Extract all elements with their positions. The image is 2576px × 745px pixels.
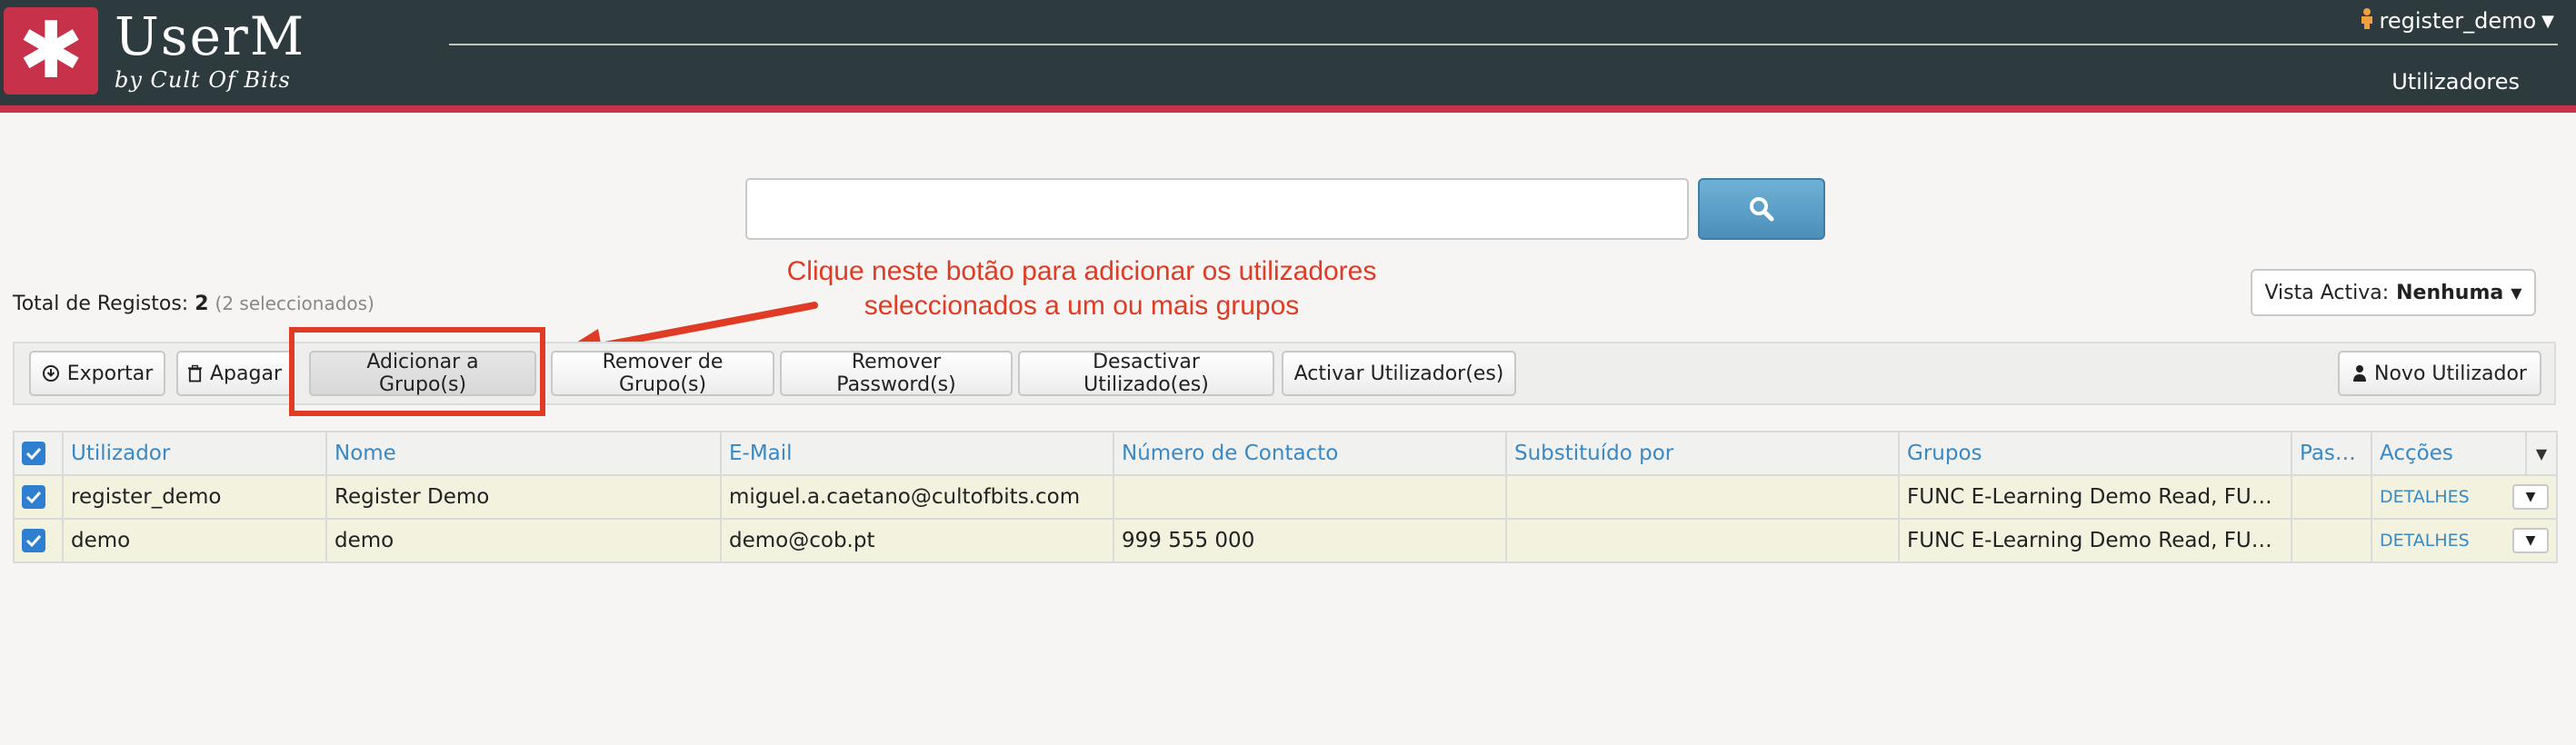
- search-icon: [1750, 197, 1774, 222]
- col-header-email[interactable]: E-Mail: [720, 431, 1114, 476]
- row-actions-dropdown[interactable]: ▼: [2512, 528, 2549, 553]
- remove-from-group-label: Remover de Grupo(s): [602, 351, 724, 396]
- deactivate-users-label: Desactivar Utilizado(es): [1083, 351, 1209, 396]
- caret-down-icon: ▼: [2525, 533, 2536, 548]
- export-button[interactable]: Exportar: [29, 351, 165, 396]
- details-link[interactable]: DETALHES: [2380, 531, 2470, 551]
- new-user-button[interactable]: Novo Utilizador: [2338, 351, 2541, 396]
- export-label: Exportar: [66, 362, 154, 385]
- col-header-contacto[interactable]: Número de Contacto: [1113, 431, 1507, 476]
- row-actions-dropdown[interactable]: ▼: [2512, 484, 2549, 510]
- app-header: ✱ UserM by Cult Of Bits register_demo ▼ …: [0, 0, 2576, 105]
- trash-icon: [187, 364, 203, 382]
- col-header-nome[interactable]: Nome: [325, 431, 722, 476]
- activate-users-label: Activar Utilizador(es): [1293, 362, 1504, 385]
- header-divider: [449, 44, 2558, 45]
- row-checkbox[interactable]: [13, 474, 64, 520]
- col-header-grupos[interactable]: Grupos: [1898, 431, 2292, 476]
- username-label: register_demo: [2379, 8, 2537, 34]
- cell-user: register_demo: [62, 474, 327, 520]
- logo-asterisk-icon[interactable]: ✱: [4, 7, 98, 94]
- table-row[interactable]: demo demo demo@cob.pt 999 555 000 FUNC E…: [13, 518, 2558, 563]
- caret-down-icon: ▼: [2525, 490, 2536, 504]
- selected-count: (2 seleccionados): [215, 293, 374, 314]
- cell-name: Register Demo: [325, 474, 722, 520]
- cell-user: demo: [62, 518, 327, 563]
- app-subtitle: by Cult Of Bits: [115, 67, 291, 93]
- cell-email: miguel.a.caetano@cultofbits.com: [720, 474, 1114, 520]
- cell-name: demo: [325, 518, 722, 563]
- cell-contact: [1113, 474, 1507, 520]
- checkbox-checked-icon: [22, 485, 45, 510]
- caret-down-icon: ▼: [2541, 11, 2554, 31]
- cell-actions: DETALHES ▼: [2371, 518, 2558, 563]
- cell-substitute: [1505, 518, 1900, 563]
- nav-link-utilizadores[interactable]: Utilizadores: [2391, 69, 2520, 94]
- users-table: Utilizador Nome E-Mail Número de Contact…: [13, 431, 2558, 563]
- activate-users-button[interactable]: Activar Utilizador(es): [1282, 351, 1516, 396]
- cell-contact: 999 555 000: [1113, 518, 1507, 563]
- cell-groups: FUNC E-Learning Demo Read, FUNC E-Learni…: [1898, 518, 2292, 563]
- deactivate-users-button[interactable]: Desactivar Utilizado(es): [1018, 351, 1274, 396]
- cell-email: demo@cob.pt: [720, 518, 1114, 563]
- cell-groups: FUNC E-Learning Demo Read, FUNC E-Learni…: [1898, 474, 2292, 520]
- col-header-utilizador[interactable]: Utilizador: [62, 431, 327, 476]
- caret-down-icon: ▼: [2535, 444, 2548, 462]
- col-header-password[interactable]: Pass...: [2291, 431, 2372, 476]
- user-menu[interactable]: register_demo ▼: [2360, 7, 2554, 35]
- total-count: 2: [195, 293, 209, 315]
- active-view-label: Vista Activa:: [2264, 281, 2390, 304]
- remove-password-label: Remover Password(s): [836, 351, 956, 396]
- row-checkbox[interactable]: [13, 518, 64, 563]
- table-row[interactable]: register_demo Register Demo miguel.a.cae…: [13, 474, 2558, 520]
- checkbox-checked-icon: [22, 529, 45, 553]
- caret-down-icon: ▼: [2511, 283, 2522, 302]
- active-view-value: Nenhuma: [2396, 281, 2504, 304]
- new-user-label: Novo Utilizador: [2374, 362, 2527, 385]
- cell-password: [2291, 474, 2372, 520]
- checkbox-checked-icon: [22, 442, 45, 466]
- active-view-dropdown[interactable]: Vista Activa: Nenhuma ▼: [2251, 269, 2536, 316]
- delete-button[interactable]: Apagar: [176, 351, 293, 396]
- select-all-checkbox[interactable]: [13, 431, 64, 476]
- app-title: UserM: [115, 5, 306, 67]
- user-icon: [2353, 365, 2367, 382]
- cell-actions: DETALHES ▼: [2371, 474, 2558, 520]
- cell-substitute: [1505, 474, 1900, 520]
- remove-from-group-button[interactable]: Remover de Grupo(s): [551, 351, 774, 396]
- download-circle-icon: [42, 365, 59, 382]
- total-label: Total de Registos:: [13, 293, 189, 315]
- cell-password: [2291, 518, 2372, 563]
- table-header-row: Utilizador Nome E-Mail Número de Contact…: [13, 431, 2558, 476]
- column-menu-button[interactable]: ▼: [2525, 431, 2558, 476]
- search-input[interactable]: [745, 178, 1689, 240]
- remove-password-button[interactable]: Remover Password(s): [780, 351, 1013, 396]
- details-link[interactable]: DETALHES: [2380, 487, 2470, 507]
- total-records: Total de Registos: 2 (2 seleccionados): [13, 293, 374, 315]
- col-header-substituido[interactable]: Substituído por: [1505, 431, 1900, 476]
- annotation-highlight-box: [289, 327, 545, 416]
- user-icon: [2360, 7, 2374, 35]
- col-header-accoes[interactable]: Acções: [2371, 431, 2527, 476]
- header-stripe: [0, 105, 2576, 113]
- search-button[interactable]: [1698, 178, 1825, 240]
- delete-label: Apagar: [210, 362, 282, 385]
